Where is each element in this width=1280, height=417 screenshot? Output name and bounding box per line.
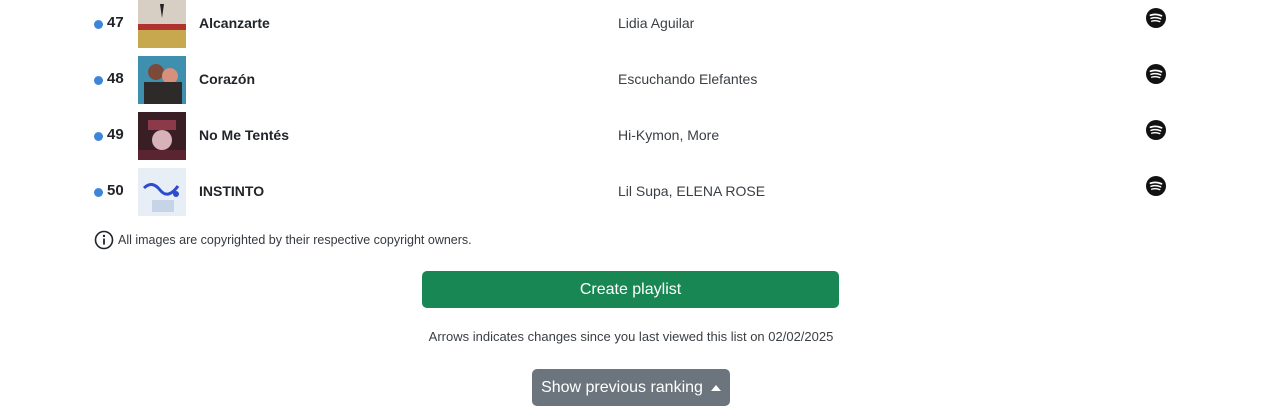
track-title[interactable]: Alcanzarte [199,15,270,31]
spotify-icon[interactable] [1146,120,1166,140]
track-title[interactable]: Corazón [199,71,255,87]
copyright-text: All images are copyrighted by their resp… [118,233,472,247]
track-row: 50 INSTINTO Lil Supa, ELENA ROSE [0,168,1280,218]
rank-number: 48 [107,70,124,87]
spotify-icon[interactable] [1146,8,1166,28]
changes-info-text: Arrows indicates changes since you last … [428,329,834,344]
rank-number: 49 [107,126,124,143]
show-previous-ranking-button[interactable]: Show previous ranking [532,369,730,406]
track-artist[interactable]: Lidia Aguilar [618,15,694,31]
rank-dot [94,132,103,141]
rank-dot [94,188,103,197]
info-icon [94,230,114,250]
create-playlist-button[interactable]: Create playlist [422,271,839,308]
album-cover [138,56,186,104]
spotify-icon[interactable] [1146,176,1166,196]
track-artist[interactable]: Escuchando Elefantes [618,71,757,87]
track-row: 48 Corazón Escuchando Elefantes [0,56,1280,106]
rank-dot [94,76,103,85]
rank-number: 47 [107,14,124,31]
album-cover [138,168,186,216]
track-row: 47 Alcanzarte Lidia Aguilar [0,0,1280,50]
track-row: 49 No Me Tentés Hi-Kymon, More [0,112,1280,162]
track-artist[interactable]: Lil Supa, ELENA ROSE [618,183,765,199]
album-cover [138,0,186,48]
track-title[interactable]: INSTINTO [199,183,264,199]
show-previous-ranking-label: Show previous ranking [541,378,703,396]
rank-dot [94,20,103,29]
spotify-icon[interactable] [1146,64,1166,84]
rank-number: 50 [107,182,124,199]
track-title[interactable]: No Me Tentés [199,127,289,143]
caret-up-icon [710,384,721,391]
copyright-notice: All images are copyrighted by their resp… [94,229,472,251]
album-cover [138,112,186,160]
track-artist[interactable]: Hi-Kymon, More [618,127,719,143]
